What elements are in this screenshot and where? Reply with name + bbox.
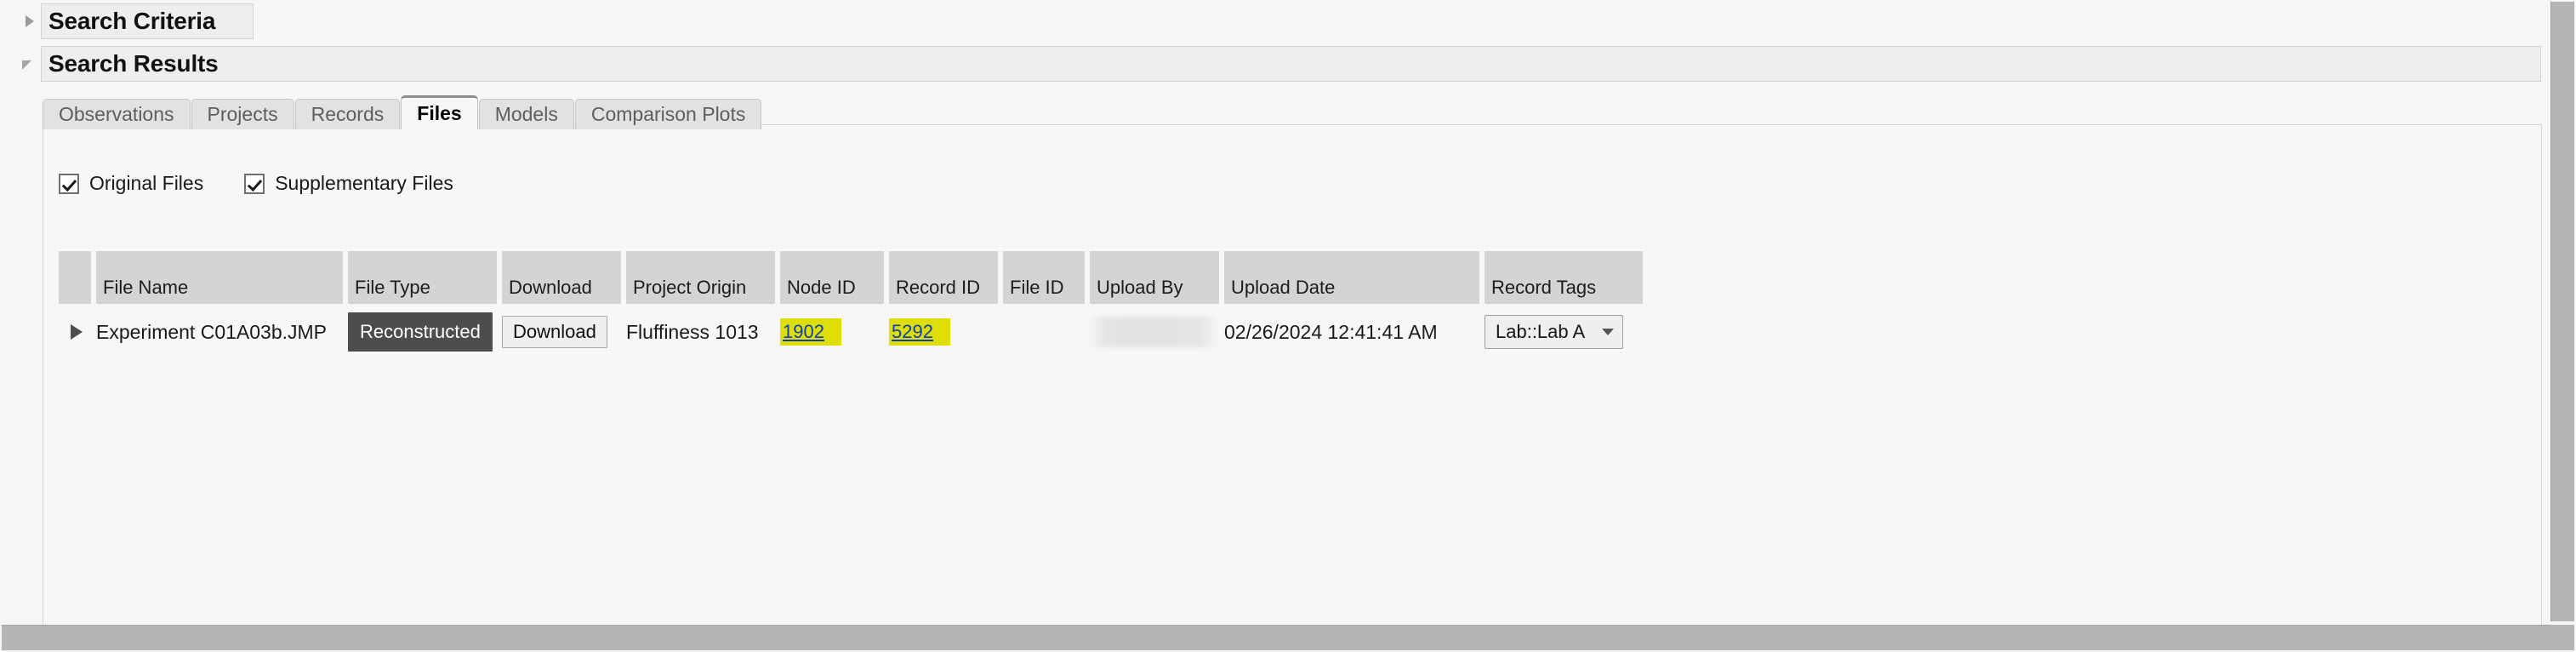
tab-files[interactable]: Files: [401, 95, 478, 129]
cell-record-tags: Lab::Lab A: [1485, 315, 1643, 349]
column-header-label: Upload Date: [1231, 277, 1336, 298]
column-header-label: File Type: [355, 277, 430, 298]
column-header-upload-date[interactable]: Upload Date: [1224, 251, 1479, 304]
tab-comparison-plots[interactable]: Comparison Plots: [574, 99, 762, 129]
application-window: Search Criteria Search Results Observati…: [0, 0, 2576, 652]
column-header-label: Download: [509, 277, 592, 298]
column-header-label: Node ID: [787, 277, 856, 298]
column-header-file-name[interactable]: File Name: [96, 251, 343, 304]
column-header-label: File Name: [103, 277, 189, 298]
node-id-link[interactable]: 1902: [780, 318, 841, 346]
checkbox-label: Supplementary Files: [275, 172, 453, 194]
tab-label: Projects: [207, 103, 278, 125]
upload-date-text: 02/26/2024 12:41:41 AM: [1224, 320, 1438, 343]
triangle-right-icon[interactable]: [19, 10, 41, 32]
column-header-label: File ID: [1010, 277, 1064, 298]
column-header-upload-by[interactable]: Upload By: [1090, 251, 1219, 304]
checkbox-checked-icon[interactable]: [244, 173, 265, 194]
chevron-down-icon[interactable]: [1602, 329, 1615, 335]
cell-record-id: 5292: [889, 318, 998, 346]
files-tab-panel: Original Files Supplementary Files File …: [43, 124, 2542, 627]
project-origin-text: Fluffiness 1013: [626, 320, 759, 343]
cell-file-type: Reconstructed: [348, 312, 497, 352]
table-row[interactable]: Experiment C01A03b.JMP Reconstructed Dow…: [59, 306, 2517, 358]
column-header-file-id[interactable]: File ID: [1003, 251, 1085, 304]
cell-node-id: 1902: [780, 318, 884, 346]
column-header-record-id[interactable]: Record ID: [889, 251, 998, 304]
vertical-scrollbar[interactable]: [2550, 2, 2574, 621]
file-filter-checkbox-row: Original Files Supplementary Files: [59, 172, 494, 195]
file-name-text: Experiment C01A03b.JMP: [96, 320, 328, 343]
record-tag-value: Lab::Lab A: [1496, 321, 1586, 342]
column-header-node-id[interactable]: Node ID: [780, 251, 884, 304]
cell-project-origin: Fluffiness 1013: [626, 321, 775, 344]
results-tab-strip: Observations Projects Records Files Mode…: [43, 94, 762, 129]
checkbox-original-files[interactable]: Original Files: [59, 172, 203, 195]
column-header-expander[interactable]: [59, 251, 91, 304]
cell-download: Download: [502, 316, 621, 348]
tab-projects[interactable]: Projects: [191, 99, 294, 129]
checkbox-label: Original Files: [89, 172, 204, 194]
column-header-file-type[interactable]: File Type: [348, 251, 497, 304]
cell-file-name: Experiment C01A03b.JMP: [96, 321, 343, 344]
upload-by-redacted-value: [1090, 317, 1217, 347]
column-header-label: Upload By: [1097, 277, 1183, 298]
tab-records[interactable]: Records: [294, 99, 401, 129]
search-criteria-section-header[interactable]: Search Criteria: [19, 3, 2541, 39]
search-criteria-title-box[interactable]: Search Criteria: [41, 3, 254, 39]
column-header-label: Record Tags: [1491, 277, 1597, 298]
column-header-project-origin[interactable]: Project Origin: [626, 251, 775, 304]
column-header-label: Record ID: [896, 277, 981, 298]
record-tag-dropdown[interactable]: Lab::Lab A: [1485, 315, 1624, 349]
row-expander-cell[interactable]: [59, 324, 91, 340]
checkbox-supplementary-files[interactable]: Supplementary Files: [244, 172, 453, 195]
record-id-link[interactable]: 5292: [889, 318, 950, 346]
tab-label: Records: [311, 103, 385, 125]
search-results-label: Search Results: [48, 50, 219, 77]
scrollbar-corner: [2550, 625, 2574, 650]
tab-label: Observations: [59, 103, 174, 125]
column-header-download[interactable]: Download: [502, 251, 621, 304]
triangle-down-icon[interactable]: [19, 53, 41, 75]
tab-models[interactable]: Models: [478, 99, 574, 129]
tab-label: Models: [494, 103, 558, 125]
triangle-right-icon[interactable]: [71, 324, 83, 340]
tab-label: Comparison Plots: [590, 103, 746, 125]
table-header-row: File Name File Type Download Project Ori…: [59, 251, 2517, 304]
cell-upload-by: [1090, 317, 1219, 347]
tab-observations[interactable]: Observations: [43, 99, 191, 129]
horizontal-scrollbar[interactable]: [2, 625, 2574, 650]
checkbox-checked-icon[interactable]: [59, 173, 79, 194]
file-type-badge: Reconstructed: [348, 312, 493, 352]
cell-upload-date: 02/26/2024 12:41:41 AM: [1224, 321, 1479, 344]
search-results-section-header[interactable]: Search Results: [19, 46, 2541, 82]
column-header-record-tags[interactable]: Record Tags: [1485, 251, 1643, 304]
files-results-table: File Name File Type Download Project Ori…: [59, 251, 2517, 358]
search-results-title-box[interactable]: Search Results: [41, 46, 2541, 82]
search-criteria-label: Search Criteria: [48, 8, 216, 34]
column-header-label: Project Origin: [633, 277, 747, 298]
download-button[interactable]: Download: [502, 316, 607, 348]
tab-label: Files: [417, 102, 462, 124]
